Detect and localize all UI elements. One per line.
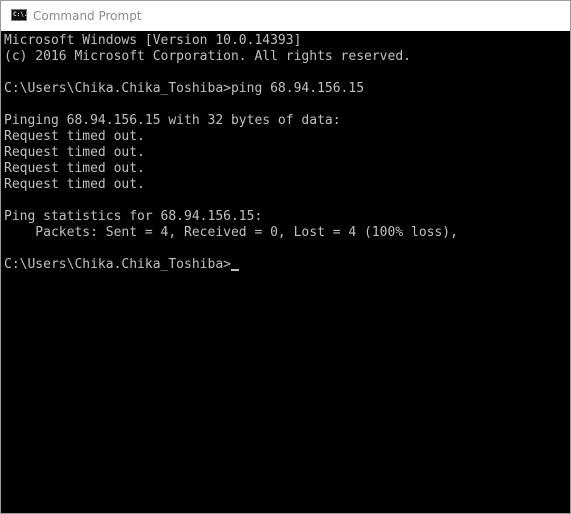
console-line-statistics-header: Ping statistics for 68.94.156.15: xyxy=(4,209,263,224)
window-title: Command Prompt xyxy=(33,9,142,23)
console-output-area[interactable]: Microsoft Windows [Version 10.0.14393] (… xyxy=(1,31,570,513)
console-lines: Microsoft Windows [Version 10.0.14393] (… xyxy=(4,33,458,273)
console-line-reply: Request timed out. xyxy=(4,161,145,176)
console-line-reply: Request timed out. xyxy=(4,177,145,192)
console-prompt: C:\Users\Chika.Chika_Toshiba> xyxy=(4,257,231,272)
console-line-copyright: (c) 2016 Microsoft Corporation. All righ… xyxy=(4,49,411,64)
console-line-ping-command: C:\Users\Chika.Chika_Toshiba>ping 68.94.… xyxy=(4,81,365,96)
console-line-reply: Request timed out. xyxy=(4,129,145,144)
console-line-packets-summary: Packets: Sent = 4, Received = 0, Lost = … xyxy=(4,225,458,240)
console-line-pinging: Pinging 68.94.156.15 with 32 bytes of da… xyxy=(4,113,341,128)
text-cursor xyxy=(230,269,239,271)
console-prompt-line[interactable]: C:\Users\Chika.Chika_Toshiba> xyxy=(4,257,458,273)
console-line-reply: Request timed out. xyxy=(4,145,145,160)
cmd-icon-glyph: C:\. xyxy=(13,11,28,18)
title-bar[interactable]: C:\. Command Prompt xyxy=(1,1,570,31)
console-line-version: Microsoft Windows [Version 10.0.14393] xyxy=(4,33,302,48)
cmd-icon[interactable]: C:\. xyxy=(11,9,27,21)
command-prompt-window: C:\. Command Prompt Microsoft Windows [V… xyxy=(0,0,571,514)
